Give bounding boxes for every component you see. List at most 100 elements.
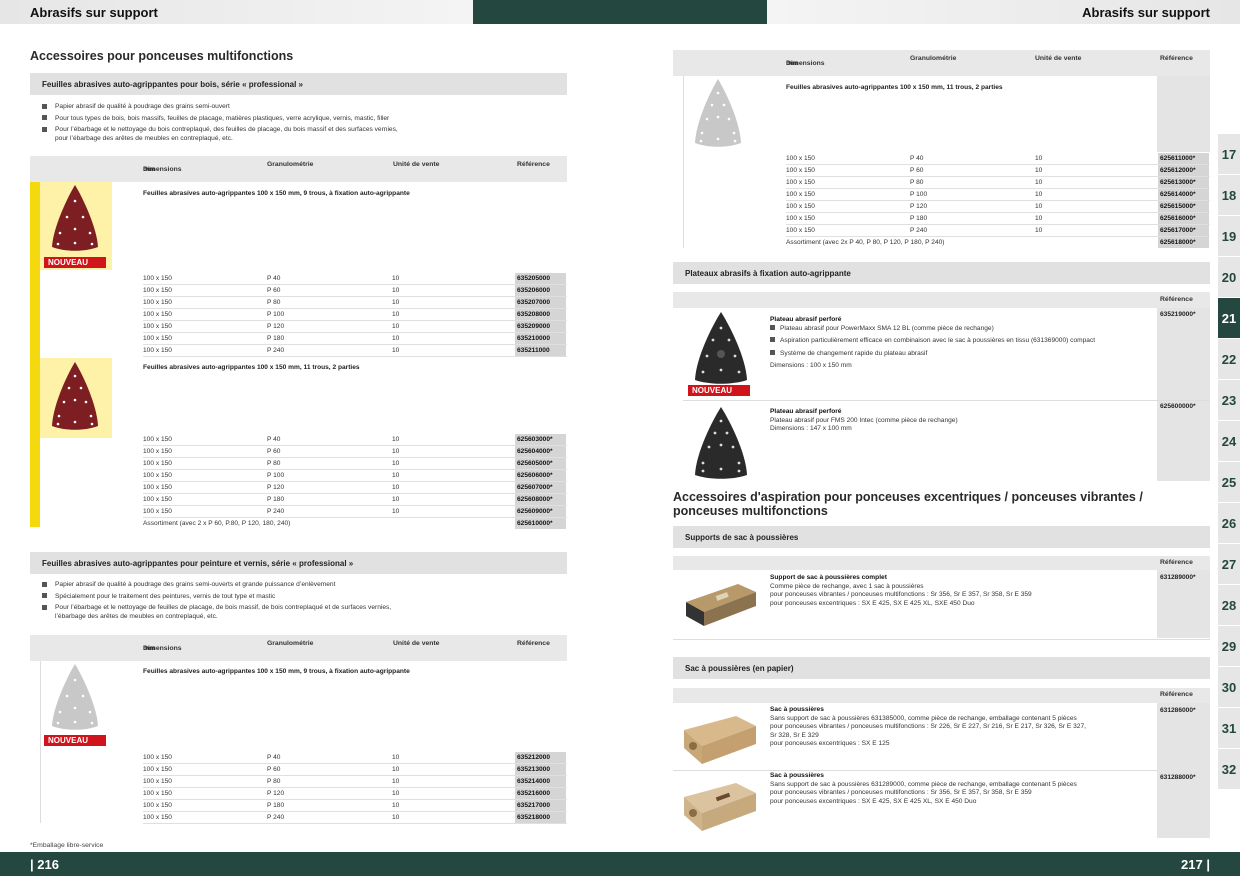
paper-bag-image bbox=[684, 783, 756, 831]
table-row: 100 x 150 P 80 10 625605000* bbox=[143, 458, 567, 470]
backing-pad-image bbox=[695, 312, 747, 384]
cell-unit: 10 bbox=[392, 287, 400, 294]
cell-reference: 625616000* bbox=[1158, 213, 1209, 224]
table-row: 100 x 150 P 100 10 635208000 bbox=[143, 309, 567, 321]
header-title-left: Abrasifs sur support bbox=[30, 5, 158, 20]
cell-dimensions: 100 x 150 bbox=[786, 215, 815, 222]
divider bbox=[673, 639, 1210, 640]
table-row: 100 x 150 P 40 10 625611000* bbox=[786, 153, 1210, 165]
bullet-list-wood: Papier abrasif de qualité à poudrage des… bbox=[42, 103, 562, 143]
cell-grit: P 80 bbox=[267, 778, 281, 785]
cell-dimensions: 100 x 150 bbox=[143, 287, 172, 294]
cell-grit: P 80 bbox=[910, 179, 924, 186]
table-row: 100 x 150 P 240 10 635218000 bbox=[143, 812, 567, 824]
cell-reference: 635214000 bbox=[515, 776, 566, 787]
cell-grit: P 60 bbox=[267, 766, 281, 773]
chapter-tab-29[interactable]: 29 bbox=[1218, 626, 1240, 666]
cell-reference: 635217000 bbox=[515, 800, 566, 811]
cell-dimensions: 100 x 150 bbox=[143, 778, 172, 785]
chapter-tab-20[interactable]: 20 bbox=[1218, 257, 1240, 297]
table-right-11holes: 100 x 150 P 40 10 625611000* 100 x 150 P 60 10… bbox=[786, 153, 1210, 237]
cell-unit: 10 bbox=[1035, 191, 1043, 198]
cell-reference: 635213000 bbox=[515, 764, 566, 775]
cell-unit: 10 bbox=[392, 802, 400, 809]
table-row: 100 x 150 P 180 10 635210000 bbox=[143, 333, 567, 345]
chapter-tab-22[interactable]: 22 bbox=[1218, 339, 1240, 379]
cell-grit: P 120 bbox=[267, 790, 285, 797]
cell-unit: 10 bbox=[392, 436, 400, 443]
chapter-tab-23[interactable]: 23 bbox=[1218, 380, 1240, 420]
table-row: 100 x 150 P 60 10 635206000 bbox=[143, 285, 567, 297]
cell-unit: 10 bbox=[392, 766, 400, 773]
table-header-plates: Référence bbox=[673, 292, 1210, 308]
section-bar-wood: Feuilles abrasives auto-agrippantes pour… bbox=[30, 73, 567, 95]
product-label: Feuilles abrasives auto-agrippantes 100 … bbox=[786, 84, 1003, 91]
cell-unit: 10 bbox=[392, 323, 400, 330]
cell-reference: 625611000* bbox=[1158, 153, 1209, 164]
support-description: Support de sac à poussières complet Comm… bbox=[770, 574, 1032, 607]
cell-unit: 10 bbox=[1035, 227, 1043, 234]
chapter-tab-24[interactable]: 24 bbox=[1218, 421, 1240, 461]
cell-unit: 10 bbox=[392, 472, 400, 479]
cell-dimensions: 100 x 150 bbox=[143, 802, 172, 809]
chapter-tab-28[interactable]: 28 bbox=[1218, 585, 1240, 625]
cell-unit: 10 bbox=[392, 299, 400, 306]
assortment-row: Assortiment (avec 2 x P 60, P.80, P 120,… bbox=[143, 518, 567, 530]
table-row: 100 x 150 P 240 10 625617000* bbox=[786, 225, 1210, 237]
cell-dimensions: 100 x 150 bbox=[143, 299, 172, 306]
header-title-right: Abrasifs sur support bbox=[1082, 5, 1210, 20]
chapter-tab-30[interactable]: 30 bbox=[1218, 667, 1240, 707]
section-bar-supports: Supports de sac à poussières bbox=[673, 526, 1210, 548]
chapter-tab-17[interactable]: 17 bbox=[1218, 134, 1240, 174]
cell-dimensions: 100 x 150 bbox=[143, 335, 172, 342]
paper-bag-image bbox=[684, 716, 756, 764]
table-row: 100 x 150 P 60 10 625604000* bbox=[143, 446, 567, 458]
table-wood-11holes: 100 x 150 P 40 10 625603000* 100 x 150 P 60 10… bbox=[143, 434, 567, 518]
chapter-tab-19[interactable]: 19 bbox=[1218, 216, 1240, 256]
table-header-right: Dimensions mm Granulométrie Unité de vent… bbox=[673, 50, 1210, 76]
cell-dimensions: 100 x 150 bbox=[143, 496, 172, 503]
bag1-description: Sac à poussières Sans support de sac à p… bbox=[770, 706, 1086, 747]
chapter-tab-32[interactable]: 32 bbox=[1218, 749, 1240, 789]
plate2-description: Plateau abrasif perforé Plateau abrasif … bbox=[770, 408, 958, 432]
cell-dimensions: 100 x 150 bbox=[786, 203, 815, 210]
cell-reference: 625612000* bbox=[1158, 165, 1209, 176]
cell-grit: P 40 bbox=[910, 155, 924, 162]
cell-grit: P 60 bbox=[267, 448, 281, 455]
divider bbox=[40, 661, 41, 823]
table-row: 100 x 150 P 120 10 625607000* bbox=[143, 482, 567, 494]
cell-dimensions: 100 x 150 bbox=[786, 167, 815, 174]
product-label: Feuilles abrasives auto-agrippantes 100 … bbox=[143, 190, 410, 197]
cell-dimensions: 100 x 150 bbox=[143, 790, 172, 797]
chapter-tab-21[interactable]: 21 bbox=[1218, 298, 1240, 338]
divider bbox=[683, 76, 684, 248]
cell-grit: P 180 bbox=[267, 496, 285, 503]
product-label: Feuilles abrasives auto-agrippantes 100 … bbox=[143, 668, 410, 675]
chapter-tab-26[interactable]: 26 bbox=[1218, 503, 1240, 543]
sanding-sheet-grey-image bbox=[695, 79, 741, 147]
cell-reference: 635211000 bbox=[515, 345, 566, 356]
cell-unit: 10 bbox=[1035, 203, 1043, 210]
yellow-strip bbox=[30, 182, 40, 527]
cell-grit: P 180 bbox=[267, 335, 285, 342]
cell-unit: 10 bbox=[392, 508, 400, 515]
table-row: 100 x 150 P 180 10 625608000* bbox=[143, 494, 567, 506]
table-row: 100 x 150 P 180 10 635217000 bbox=[143, 800, 567, 812]
cell-unit: 10 bbox=[392, 778, 400, 785]
left-page-title: Accessoires pour ponceuses multifonction… bbox=[30, 49, 294, 63]
table-row: 100 x 150 P 80 10 635214000 bbox=[143, 776, 567, 788]
cell-dimensions: 100 x 150 bbox=[786, 155, 815, 162]
table-wood-9holes: 100 x 150 P 40 10 635205000 100 x 150 P 60 10 6… bbox=[143, 273, 567, 357]
chapter-tab-27[interactable]: 27 bbox=[1218, 544, 1240, 584]
chapter-tab-25[interactable]: 25 bbox=[1218, 462, 1240, 502]
chapter-tab-18[interactable]: 18 bbox=[1218, 175, 1240, 215]
table-row: 100 x 150 P 240 10 635211000 bbox=[143, 345, 567, 357]
cell-reference: 625605000* bbox=[515, 458, 566, 469]
cell-dimensions: 100 x 150 bbox=[143, 347, 172, 354]
reference-column bbox=[1157, 703, 1210, 838]
chapter-tab-31[interactable]: 31 bbox=[1218, 708, 1240, 748]
cell-unit: 10 bbox=[392, 814, 400, 821]
cell-unit: 10 bbox=[1035, 155, 1043, 162]
cell-dimensions: 100 x 150 bbox=[143, 323, 172, 330]
cell-unit: 10 bbox=[392, 496, 400, 503]
